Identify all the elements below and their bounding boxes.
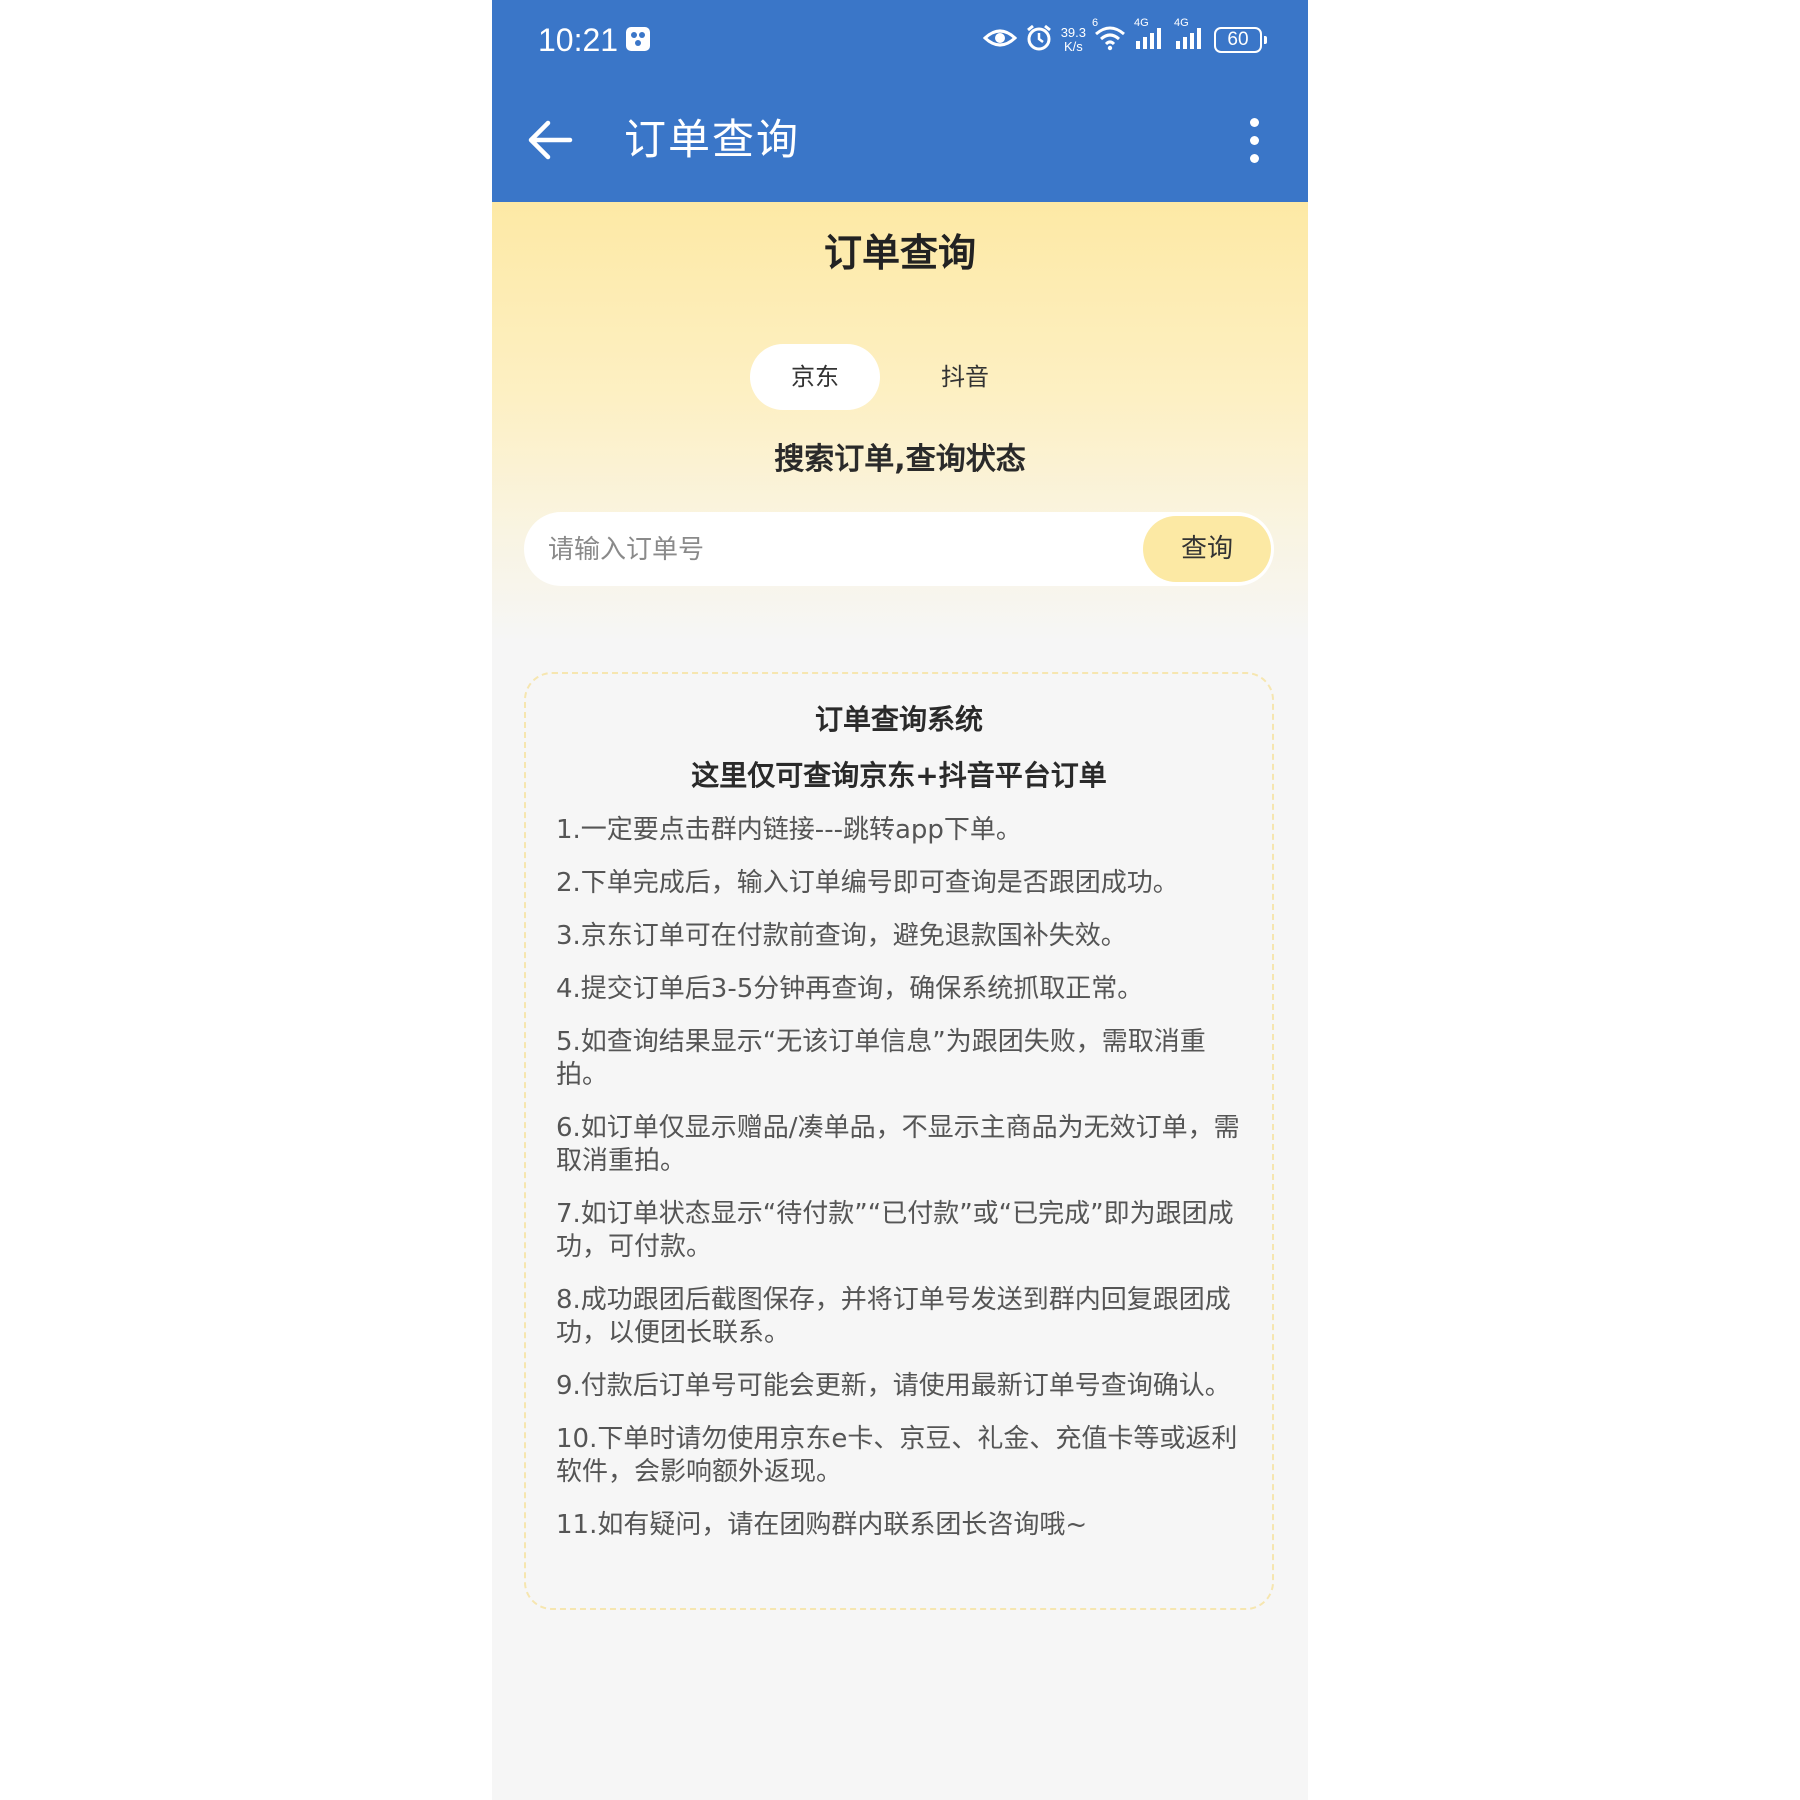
arrow-left-icon — [528, 120, 573, 160]
rule-item: 11.如有疑问，请在团购群内联系团长咨询哦~ — [556, 1510, 1088, 1540]
network-speed-unit: K/s — [1063, 39, 1083, 54]
rule-item: 1.一定要点击群内链接---跳转app下单。 — [556, 815, 1022, 845]
battery-level: 60 — [1227, 29, 1249, 50]
order-number-input[interactable] — [546, 512, 1130, 588]
eye-icon — [982, 26, 1017, 54]
battery-icon: 60 — [1214, 27, 1267, 53]
app-notification-icon — [626, 27, 650, 51]
info-card-subtitle: 这里仅可查询京东+抖音平台订单 — [691, 759, 1107, 792]
alarm-icon — [1025, 24, 1053, 56]
wifi-tag: 6 — [1092, 17, 1099, 29]
query-button[interactable]: 查询 — [1143, 516, 1271, 582]
phone-screen: 10:21 39.3 K/s 6 4G 4G 60 订单查询 订单查询 京东 抖… — [492, 0, 1308, 1800]
signal-icon: 4G — [1174, 17, 1206, 55]
rule-item: 3.京东订单可在付款前查询，避免退款国补失效。 — [556, 921, 1127, 951]
rules-list: 1.一定要点击群内链接---跳转app下单。 2.下单完成后，输入订单编号即可查… — [556, 814, 1246, 1562]
platform-tabs: 京东 抖音 — [750, 344, 1050, 410]
more-options-button[interactable] — [1240, 112, 1268, 168]
search-subtitle: 搜索订单,查询状态 — [774, 442, 1026, 477]
tab-jd[interactable]: 京东 — [750, 344, 880, 410]
sim2-network-tag: 4G — [1174, 17, 1189, 29]
sim1-network-tag: 4G — [1134, 17, 1149, 29]
tab-douyin[interactable]: 抖音 — [900, 344, 1030, 410]
rule-item: 9.付款后订单号可能会更新，请使用最新订单号查询确认。 — [556, 1371, 1231, 1401]
rule-item: 8.成功跟团后截图保存，并将订单号发送到群内回复跟团成功，以便团长联系。 — [556, 1285, 1231, 1348]
info-card-title: 订单查询系统 — [814, 703, 983, 736]
wifi-icon: 6 — [1092, 17, 1126, 55]
rule-item: 7.如订单状态显示“待付款”“已付款”或“已完成”即为跟团成功，可付款。 — [556, 1199, 1234, 1262]
app-header: 10:21 39.3 K/s 6 4G 4G 60 订单查询 — [492, 0, 1308, 202]
status-icons: 39.3 K/s 6 4G 4G 60 — [982, 17, 1267, 58]
header-title: 订单查询 — [624, 115, 801, 164]
network-speed-value: 39.3 — [1060, 25, 1086, 40]
rule-item: 5.如查询结果显示“无该订单信息”为跟团失败，需取消重拍。 — [556, 1027, 1206, 1090]
rule-item: 10.下单时请勿使用京东e卡、京豆、礼金、充值卡等或返利软件，会影响额外返现。 — [556, 1424, 1238, 1487]
rule-item: 6.如订单仅显示赠品/凑单品，不显示主商品为无效订单，需取消重拍。 — [556, 1113, 1240, 1176]
info-card: 订单查询系统 这里仅可查询京东+抖音平台订单 1.一定要点击群内链接---跳转a… — [524, 672, 1274, 1610]
search-hero: 订单查询 京东 抖音 搜索订单,查询状态 查询 — [492, 202, 1308, 642]
page-title: 订单查询 — [823, 231, 976, 275]
signal-icon: 4G — [1134, 17, 1166, 55]
rule-item: 4.提交订单后3-5分钟再查询，确保系统抓取正常。 — [556, 974, 1144, 1004]
more-vertical-icon — [1249, 117, 1259, 127]
network-speed: 39.3 K/s — [1061, 26, 1086, 54]
back-button[interactable] — [526, 116, 574, 164]
rule-item: 2.下单完成后，输入订单编号即可查询是否跟团成功。 — [556, 868, 1179, 898]
status-time: 10:21 — [538, 22, 619, 58]
search-bar: 查询 — [524, 512, 1274, 588]
